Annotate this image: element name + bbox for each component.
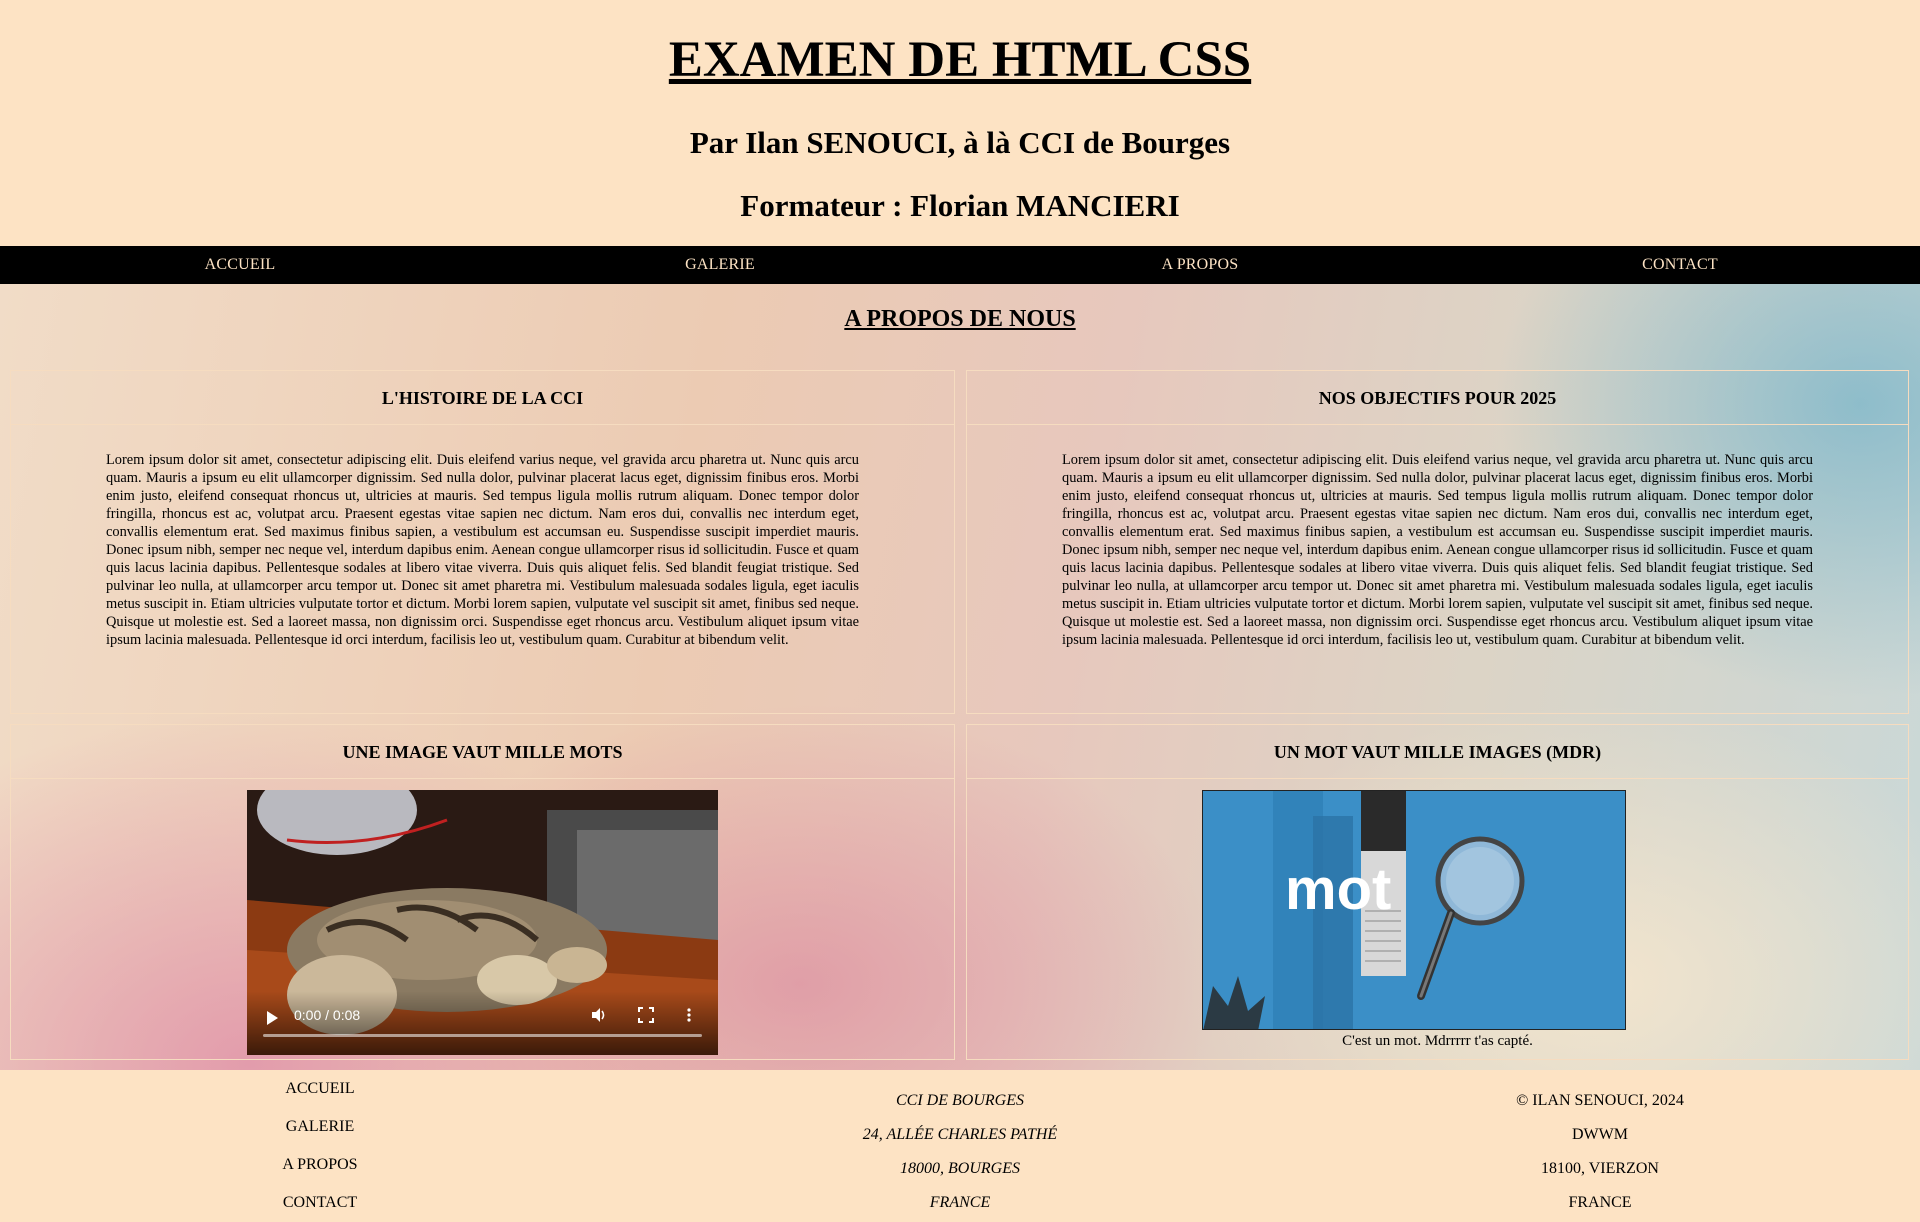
about-title: A PROPOS DE NOUS — [844, 306, 1076, 332]
video-time: 0:00 / 0:08 — [294, 1007, 361, 1023]
cat-video-player[interactable]: 0:00 / 0:08 — [247, 790, 718, 1055]
word-image: mot — [1202, 790, 1626, 1030]
objectives-card-text: Lorem ipsum dolor sit amet, consectetur … — [1062, 452, 1813, 648]
trainer-line: Formateur : Florian MANCIERI — [740, 188, 1180, 223]
video-card: UNE IMAGE VAUT MILLE MOTS 0:00 / 0:08 — [10, 724, 955, 1060]
site-title: EXAMEN DE HTML CSS — [668, 32, 1252, 88]
footer-copyright-line: © ILAN SENOUCI, 2024 — [1516, 1092, 1684, 1109]
footer-address-line: 18000, BOURGES — [900, 1160, 1020, 1177]
footer-links: ACCUEIL GALERIE A PROPOS CONTACT — [220, 1070, 420, 1222]
site-footer: ACCUEIL GALERIE A PROPOS CONTACT CCI DE … — [0, 1070, 1920, 1222]
site-subtitle: Par Ilan SENOUCI, à là CCI de Bourges — [689, 125, 1231, 160]
top-navigation: ACCUEIL GALERIE A PROPOS CONTACT — [0, 246, 1920, 284]
video-card-heading: UNE IMAGE VAUT MILLE MOTS — [11, 725, 954, 779]
video-progress-bar[interactable] — [263, 1034, 702, 1037]
history-card-heading: L'HISTOIRE DE LA CCI — [11, 371, 954, 425]
site-header: EXAMEN DE HTML CSS Par Ilan SENOUCI, à l… — [0, 0, 1920, 246]
nav-link-a-propos[interactable]: A PROPOS — [960, 246, 1440, 284]
objectives-card-heading: NOS OBJECTIFS POUR 2025 — [967, 371, 1908, 425]
word-card-heading: UN MOT VAUT MILLE IMAGES (MDR) — [967, 725, 1908, 779]
footer-address-line: FRANCE — [929, 1194, 991, 1211]
footer-copyright: © ILAN SENOUCI, 2024 DWWM 18100, VIERZON… — [1400, 1070, 1800, 1220]
nav-link-galerie[interactable]: GALERIE — [480, 246, 960, 284]
more-options-icon[interactable] — [681, 1007, 697, 1023]
footer-link-galerie[interactable]: GALERIE — [220, 1108, 420, 1146]
footer-address: CCI DE BOURGES 24, ALLÉE CHARLES PATHÉ 1… — [760, 1070, 1160, 1220]
history-card-text: Lorem ipsum dolor sit amet, consectetur … — [106, 452, 859, 648]
footer-copyright-line: 18100, VIERZON — [1541, 1160, 1659, 1177]
fullscreen-icon[interactable] — [638, 1007, 654, 1023]
history-card: L'HISTOIRE DE LA CCI Lorem ipsum dolor s… — [10, 370, 955, 714]
footer-link-accueil[interactable]: ACCUEIL — [220, 1070, 420, 1108]
video-controls: 0:00 / 0:08 — [247, 991, 718, 1055]
magnifier-illustration: mot — [1203, 791, 1625, 1029]
footer-address-line: 24, ALLÉE CHARLES PATHÉ — [862, 1126, 1058, 1143]
nav-link-contact[interactable]: CONTACT — [1440, 246, 1920, 284]
word-image-text: mot — [1285, 857, 1391, 922]
nav-link-accueil[interactable]: ACCUEIL — [0, 246, 480, 284]
volume-icon[interactable] — [591, 1007, 607, 1023]
footer-copyright-line: FRANCE — [1568, 1194, 1632, 1211]
footer-link-contact[interactable]: CONTACT — [220, 1184, 420, 1222]
word-image-caption: C'est un mot. Mdrrrrr t'as capté. — [1342, 1033, 1533, 1049]
word-card: UN MOT VAUT MILLE IMAGES (MDR) mot C'est… — [966, 724, 1909, 1060]
footer-address-line: CCI DE BOURGES — [896, 1092, 1024, 1109]
footer-link-a-propos[interactable]: A PROPOS — [220, 1146, 420, 1184]
footer-copyright-line: DWWM — [1572, 1126, 1628, 1143]
about-section: A PROPOS DE NOUS L'HISTOIRE DE LA CCI Lo… — [0, 284, 1920, 1070]
play-icon[interactable] — [267, 1011, 278, 1025]
objectives-card: NOS OBJECTIFS POUR 2025 Lorem ipsum dolo… — [966, 370, 1909, 714]
